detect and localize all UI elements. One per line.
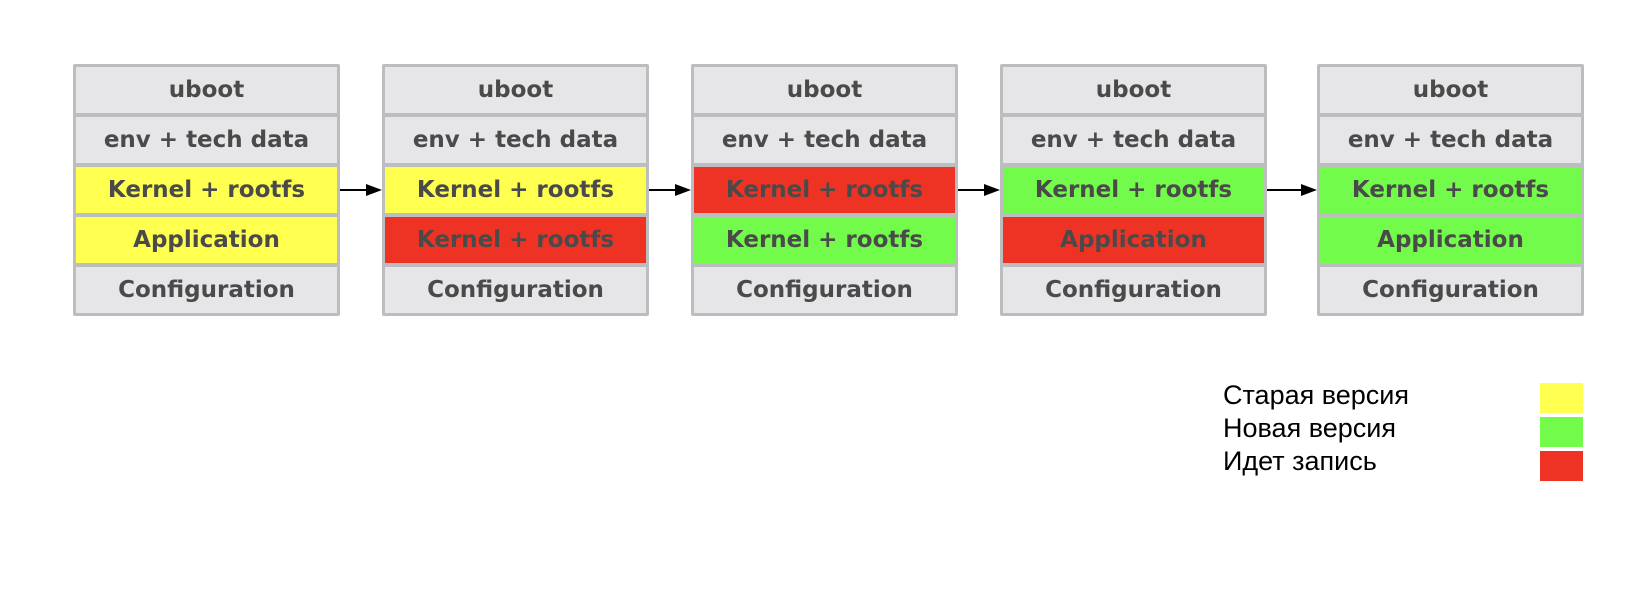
legend-swatch-old xyxy=(1540,383,1583,413)
arrow-icon xyxy=(649,184,691,196)
legend-swatch-new xyxy=(1540,417,1583,447)
partition-configuration: Configuration xyxy=(76,267,337,313)
partition-env-tech-data: env + tech data xyxy=(76,117,337,163)
partition-configuration: Configuration xyxy=(385,267,646,313)
partition-env-tech-data: env + tech data xyxy=(1003,117,1264,163)
partition-application: Application xyxy=(76,217,337,263)
arrow-icon xyxy=(1267,184,1317,196)
partition-kernel-rootfs: Kernel + rootfs xyxy=(694,217,955,263)
legend-label-new: Новая версия xyxy=(1223,413,1396,443)
partition-uboot: uboot xyxy=(385,67,646,113)
legend-label-writing: Идет запись xyxy=(1223,446,1377,476)
partition-kernel-rootfs: Kernel + rootfs xyxy=(385,217,646,263)
partition-uboot: uboot xyxy=(1003,67,1264,113)
arrow-icon xyxy=(340,184,382,196)
partition-configuration: Configuration xyxy=(1320,267,1581,313)
partition-env-tech-data: env + tech data xyxy=(1320,117,1581,163)
memory-layout-step-1: uboot env + tech data Kernel + rootfs Appli… xyxy=(73,64,340,316)
partition-kernel-rootfs: Kernel + rootfs xyxy=(1003,167,1264,213)
memory-layout-step-5: uboot env + tech data Kernel + rootfs Appli… xyxy=(1317,64,1584,316)
legend-label-old: Старая версия xyxy=(1223,380,1410,410)
partition-kernel-rootfs: Kernel + rootfs xyxy=(694,167,955,213)
memory-layout-step-2: uboot env + tech data Kernel + rootfs Kerne… xyxy=(382,64,649,316)
arrow-icon xyxy=(958,184,1000,196)
partition-application: Application xyxy=(1003,217,1264,263)
partition-env-tech-data: env + tech data xyxy=(694,117,955,163)
partition-application: Application xyxy=(1320,217,1581,263)
partition-env-tech-data: env + tech data xyxy=(385,117,646,163)
legend-swatch-writing xyxy=(1540,451,1583,481)
partition-uboot: uboot xyxy=(1320,67,1581,113)
partition-configuration: Configuration xyxy=(694,267,955,313)
partition-kernel-rootfs: Kernel + rootfs xyxy=(385,167,646,213)
partition-uboot: uboot xyxy=(694,67,955,113)
memory-layout-step-4: uboot env + tech data Kernel + rootfs Appli… xyxy=(1000,64,1267,316)
memory-layout-step-3: uboot env + tech data Kernel + rootfs Kerne… xyxy=(691,64,958,316)
partition-kernel-rootfs: Kernel + rootfs xyxy=(1320,167,1581,213)
partition-configuration: Configuration xyxy=(1003,267,1264,313)
partition-uboot: uboot xyxy=(76,67,337,113)
partition-kernel-rootfs: Kernel + rootfs xyxy=(76,167,337,213)
